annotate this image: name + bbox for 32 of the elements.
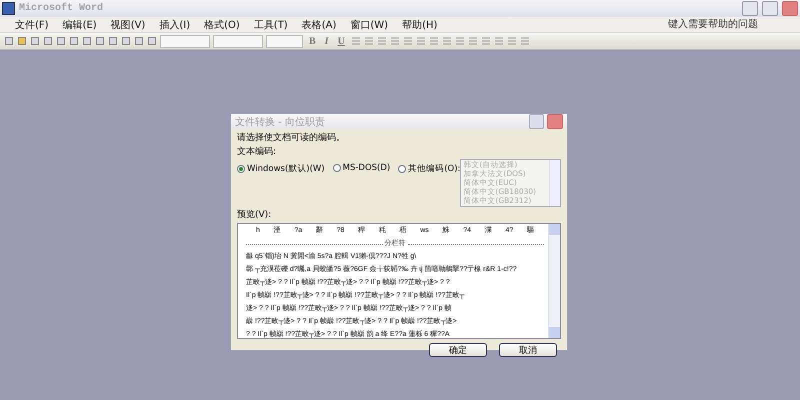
radio-option[interactable]: MS-DOS(D) (332, 163, 390, 173)
menu-item[interactable]: 编辑(E) (56, 18, 104, 32)
menu-item[interactable]: 工具(T) (246, 18, 295, 32)
menu-item[interactable]: 窗口(W) (343, 18, 396, 32)
style-combo[interactable] (160, 34, 210, 48)
dialog-button[interactable]: 确定 (429, 343, 487, 357)
menu-item[interactable]: 格式(O) (197, 18, 247, 32)
dialog-button[interactable]: 取消 (499, 343, 557, 357)
maximize-button[interactable] (762, 1, 778, 16)
format-button[interactable]: I (322, 36, 332, 46)
size-combo[interactable] (266, 34, 303, 48)
preview-label: 预览(V): (237, 208, 272, 221)
format-button[interactable]: B (306, 36, 319, 46)
dialog-title: 文件转换 - 向位职责 (235, 116, 326, 128)
menu-item[interactable]: 表格(A) (294, 18, 344, 32)
dialog-close-button[interactable] (547, 114, 563, 129)
encoding-label: 文本编码: (237, 146, 278, 158)
radio-option[interactable]: Windows(默认)(W) (237, 163, 325, 175)
minimize-button[interactable] (742, 1, 758, 16)
close-button[interactable] (782, 1, 798, 16)
menu-item[interactable]: 视图(V) (104, 18, 152, 32)
menu-item[interactable]: 帮助(H) (395, 18, 444, 32)
format-button[interactable]: U (334, 36, 348, 46)
scrollbar[interactable] (548, 224, 560, 338)
help-search-field[interactable]: 键入需要帮助的问题 (666, 18, 780, 31)
radio-option[interactable]: 其他编码(O): (398, 163, 460, 175)
font-combo[interactable] (213, 34, 263, 48)
menu-item[interactable]: 文件(F) (8, 18, 56, 32)
menu-item[interactable]: 插入(I) (152, 18, 198, 32)
prompt-text: 请选择使文档可读的编码。 (237, 132, 346, 144)
help-button[interactable] (529, 114, 544, 129)
window-title: Microsoft Word (19, 3, 104, 14)
